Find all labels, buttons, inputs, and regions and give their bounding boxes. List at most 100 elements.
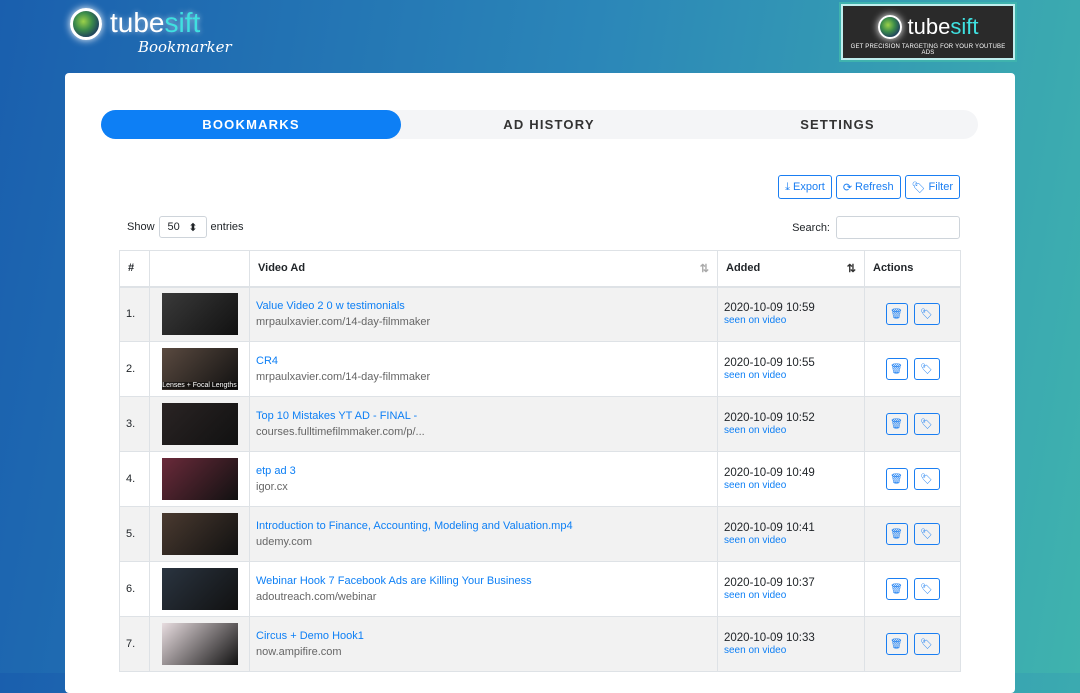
- added-cell: 2020-10-09 10:37 seen on video: [717, 561, 865, 617]
- video-domain: igor.cx: [256, 481, 288, 493]
- table-row: 5. Introduction to Finance, Accounting, …: [119, 506, 961, 562]
- seen-on-video-link[interactable]: seen on video: [724, 590, 786, 601]
- tag-button[interactable]: 🏷: [913, 468, 940, 490]
- search-label: Search:: [792, 221, 830, 234]
- video-thumbnail[interactable]: [161, 568, 238, 610]
- filter-button[interactable]: 🏷 Filter: [904, 175, 960, 199]
- logo-subtitle: Bookmarker: [138, 38, 232, 56]
- video-thumbnail[interactable]: [161, 513, 238, 555]
- tab-bookmarks[interactable]: BOOKMARKS: [101, 110, 401, 139]
- tag-button[interactable]: 🏷: [913, 578, 940, 600]
- delete-button[interactable]: 🗑: [885, 468, 908, 490]
- col-added[interactable]: Added ⇅: [717, 250, 865, 288]
- search-input[interactable]: [836, 216, 960, 239]
- video-thumbnail[interactable]: Lenses + Focal Lengths: [161, 348, 238, 390]
- trash-icon: 🗑: [890, 473, 903, 485]
- refresh-icon: ⟳: [842, 181, 853, 194]
- table-row: 3. Top 10 Mistakes YT AD - FINAL - course…: [119, 396, 961, 452]
- delete-button[interactable]: 🗑: [885, 523, 908, 545]
- actions-cell: 🗑 🏷: [864, 506, 961, 562]
- video-thumbnail[interactable]: [161, 293, 238, 336]
- download-icon: ⤓: [785, 180, 791, 193]
- trash-icon: 🗑: [890, 363, 903, 375]
- tags-icon: 🏷: [920, 418, 933, 430]
- col-actions: Actions: [864, 250, 961, 288]
- export-button[interactable]: ⤓ Export: [778, 175, 832, 199]
- tag-button[interactable]: 🏷: [913, 523, 940, 545]
- seen-on-video-link[interactable]: seen on video: [724, 370, 786, 381]
- video-ad-cell: etp ad 3 igor.cx: [249, 451, 718, 507]
- tubesift-banner[interactable]: tubesift GET PRECISION TARGETING FOR YOU…: [839, 2, 1017, 62]
- tab-ad-history[interactable]: AD HISTORY: [401, 110, 697, 139]
- refresh-button[interactable]: ⟳ Refresh: [835, 175, 901, 199]
- delete-button[interactable]: 🗑: [885, 303, 908, 326]
- delete-button[interactable]: 🗑: [885, 358, 908, 380]
- row-number: 3.: [119, 396, 150, 452]
- video-thumbnail[interactable]: [161, 623, 238, 665]
- thumbnail-cell: [149, 286, 250, 342]
- delete-button[interactable]: 🗑: [885, 413, 908, 435]
- seen-on-video-link[interactable]: seen on video: [724, 535, 786, 546]
- video-title-link[interactable]: Introduction to Finance, Accounting, Mod…: [256, 520, 573, 532]
- delete-button[interactable]: 🗑: [885, 633, 908, 655]
- sort-icon: ⇅: [699, 263, 709, 276]
- actions-cell: 🗑 🏷: [864, 616, 961, 672]
- entries-label: entries: [210, 221, 244, 233]
- main-card: BOOKMARKS AD HISTORY SETTINGS ⤓ Export ⟳ R…: [65, 73, 1015, 693]
- col-video-ad[interactable]: Video Ad ⇅: [249, 250, 718, 288]
- sort-caret-icon: ⬍: [188, 221, 198, 234]
- table-row: 2. Lenses + Focal Lengths CR4 mrpaulxavie…: [119, 341, 961, 397]
- added-cell: 2020-10-09 10:41 seen on video: [717, 506, 865, 562]
- export-label: Export: [793, 181, 825, 193]
- globe-icon: [70, 8, 102, 40]
- tab-settings[interactable]: SETTINGS: [697, 110, 978, 139]
- video-thumbnail[interactable]: [161, 458, 238, 500]
- video-title-link[interactable]: etp ad 3: [256, 465, 296, 477]
- video-thumbnail[interactable]: [161, 403, 238, 445]
- video-ad-cell: Introduction to Finance, Accounting, Mod…: [249, 506, 718, 562]
- thumbnail-cell: Lenses + Focal Lengths: [149, 341, 250, 397]
- video-title-link[interactable]: Webinar Hook 7 Facebook Ads are Killing …: [256, 575, 532, 587]
- row-number: 4.: [119, 451, 150, 507]
- thumbnail-cell: [149, 616, 250, 672]
- refresh-label: Refresh: [855, 181, 894, 193]
- seen-on-video-link[interactable]: seen on video: [724, 645, 786, 656]
- seen-on-video-link[interactable]: seen on video: [724, 425, 786, 436]
- tags-icon: 🏷: [920, 528, 933, 540]
- table-row: 6. Webinar Hook 7 Facebook Ads are Killi…: [119, 561, 961, 617]
- logo-wordmark: tubesift: [110, 7, 201, 38]
- tag-button[interactable]: 🏷: [913, 413, 940, 435]
- video-title-link[interactable]: Top 10 Mistakes YT AD - FINAL -: [256, 410, 417, 422]
- entries-select[interactable]: 50 ⬍: [158, 216, 207, 238]
- actions-cell: 🗑 🏷: [864, 451, 961, 507]
- added-date: 2020-10-09 10:59: [724, 302, 815, 315]
- seen-on-video-link[interactable]: seen on video: [724, 480, 786, 491]
- row-number: 5.: [119, 506, 150, 562]
- seen-on-video-link[interactable]: seen on video: [724, 315, 786, 326]
- added-cell: 2020-10-09 10:49 seen on video: [717, 451, 865, 507]
- video-ad-cell: Top 10 Mistakes YT AD - FINAL - courses.f…: [249, 396, 718, 452]
- added-cell: 2020-10-09 10:52 seen on video: [717, 396, 865, 452]
- tubesift-logo[interactable]: tubesift Bookmarker: [70, 7, 232, 56]
- search-box: Search:: [792, 216, 960, 239]
- col-added-label: Added: [726, 262, 761, 275]
- video-domain: udemy.com: [256, 536, 313, 548]
- video-title-link[interactable]: CR4: [256, 355, 278, 367]
- video-ad-cell: Value Video 2 0 w testimonials mrpaulxavi…: [249, 286, 718, 342]
- tag-button[interactable]: 🏷: [913, 358, 940, 380]
- tag-button[interactable]: 🏷: [913, 633, 940, 655]
- trash-icon: 🗑: [890, 418, 903, 430]
- tag-button[interactable]: 🏷: [913, 303, 940, 326]
- entries-length: Show 50 ⬍ entries: [127, 216, 244, 238]
- col-thumbnail: [149, 250, 250, 288]
- video-title-link[interactable]: Circus + Demo Hook1: [256, 630, 364, 642]
- row-number: 2.: [119, 341, 150, 397]
- delete-button[interactable]: 🗑: [885, 578, 908, 600]
- col-number[interactable]: #: [119, 250, 150, 288]
- globe-icon: [877, 15, 902, 39]
- video-ad-cell: CR4 mrpaulxavier.com/14-day-filmmaker: [249, 341, 718, 397]
- video-domain: adoutreach.com/webinar: [256, 591, 377, 603]
- video-ad-cell: Circus + Demo Hook1 now.ampifire.com: [249, 616, 718, 672]
- tags-icon: 🏷: [911, 181, 926, 194]
- video-title-link[interactable]: Value Video 2 0 w testimonials: [256, 300, 405, 312]
